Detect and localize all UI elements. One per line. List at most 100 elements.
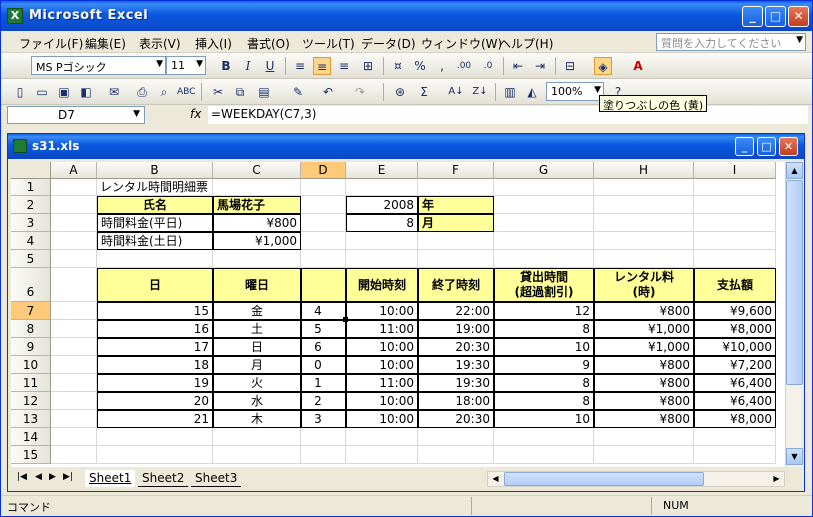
scroll-left-icon[interactable]: ◀ <box>488 472 503 486</box>
rental-hours-cell[interactable]: 8 <box>494 392 594 410</box>
row-header[interactable]: 10 <box>11 356 51 374</box>
close-button[interactable]: ✕ <box>788 6 809 27</box>
vertical-scrollbar[interactable]: ▲ ▼ <box>785 162 803 467</box>
row-header[interactable]: 8 <box>11 320 51 338</box>
payment-cell[interactable]: ¥6,400 <box>694 374 776 392</box>
header-rental-rate-cell[interactable]: レンタル料 (時) <box>594 268 694 302</box>
row-header[interactable]: 13 <box>11 410 51 428</box>
align-left-icon[interactable]: ≡ <box>291 57 309 75</box>
align-right-icon[interactable]: ≡ <box>335 57 353 75</box>
rental-hours-cell[interactable]: 10 <box>494 338 594 356</box>
grid-cell[interactable] <box>51 356 97 374</box>
percent-icon[interactable]: % <box>411 57 429 75</box>
day-cell[interactable]: 17 <box>97 338 213 356</box>
weekday-cell[interactable]: 月 <box>213 356 301 374</box>
grid-cell[interactable] <box>51 179 97 196</box>
header-rental-hours-cell[interactable]: 貸出時間 (超過割引) <box>494 268 594 302</box>
bold-icon[interactable]: B <box>217 57 235 75</box>
currency-icon[interactable]: ¤ <box>389 57 407 75</box>
weekday-cell[interactable]: 金 <box>213 302 301 320</box>
grid-cell[interactable] <box>51 302 97 320</box>
grid-cell[interactable] <box>51 410 97 428</box>
scroll-up-icon[interactable]: ▲ <box>786 162 803 179</box>
sort-ascending-icon[interactable]: A↓ <box>447 83 465 101</box>
rental-rate-cell[interactable]: ¥1,000 <box>594 338 694 356</box>
formula-input[interactable]: =WEEKDAY(C7,3) <box>208 106 808 124</box>
month-value-cell[interactable]: 8 <box>346 214 418 232</box>
workbook-minimize-button[interactable]: _ <box>735 137 754 156</box>
maximize-button[interactable]: □ <box>765 6 786 27</box>
save-icon[interactable]: ▣ <box>55 83 73 101</box>
row-header[interactable]: 14 <box>11 428 51 446</box>
grid-cell[interactable] <box>418 232 494 250</box>
align-center-icon[interactable]: ≡ <box>313 57 331 75</box>
weekday-cell[interactable]: 水 <box>213 392 301 410</box>
header-weekday-number-cell[interactable] <box>301 268 346 302</box>
sort-descending-icon[interactable]: Z↓ <box>471 83 489 101</box>
grid-cell[interactable] <box>694 232 776 250</box>
weekday-cell[interactable]: 土 <box>213 320 301 338</box>
end-time-cell[interactable]: 18:00 <box>418 392 494 410</box>
grid-cell[interactable] <box>694 250 776 268</box>
rental-rate-cell[interactable]: ¥800 <box>594 374 694 392</box>
grid-cell[interactable] <box>494 428 594 446</box>
start-time-cell[interactable]: 10:00 <box>346 410 418 428</box>
year-label-cell[interactable]: 年 <box>418 196 494 214</box>
start-time-cell[interactable]: 11:00 <box>346 320 418 338</box>
next-sheet-icon[interactable]: ▶ <box>49 472 56 482</box>
menu-data[interactable]: データ(D) <box>361 35 416 52</box>
undo-icon[interactable]: ↶ <box>319 83 337 101</box>
italic-icon[interactable]: I <box>239 57 257 75</box>
open-icon[interactable]: ▭ <box>33 83 51 101</box>
weekday-cell[interactable]: 日 <box>213 338 301 356</box>
name-label-cell[interactable]: 氏名 <box>97 196 213 214</box>
grid-cell[interactable] <box>213 446 301 464</box>
rental-hours-cell[interactable]: 8 <box>494 320 594 338</box>
grid-cell[interactable] <box>97 428 213 446</box>
row-header[interactable]: 5 <box>11 250 51 268</box>
year-value-cell[interactable]: 2008 <box>346 196 418 214</box>
name-box[interactable]: D7 ▼ <box>7 106 145 124</box>
rental-hours-cell[interactable]: 8 <box>494 374 594 392</box>
column-header[interactable]: C <box>213 162 301 179</box>
grid-cell[interactable] <box>494 214 594 232</box>
workbook-restore-button[interactable]: □ <box>757 137 776 156</box>
start-time-cell[interactable]: 10:00 <box>346 338 418 356</box>
format-painter-icon[interactable]: ✎ <box>289 83 307 101</box>
zoom-select[interactable]: 100% ▼ <box>546 82 604 101</box>
weekday-number-cell[interactable]: 6 <box>301 338 346 356</box>
weekday-number-cell[interactable]: 4 <box>301 302 346 320</box>
weekday-rate-value-cell[interactable]: ¥800 <box>213 214 301 232</box>
row-header[interactable]: 6 <box>11 268 51 302</box>
menu-view[interactable]: 表示(V) <box>139 35 181 52</box>
grid-cell[interactable] <box>494 232 594 250</box>
menu-tools[interactable]: ツール(T) <box>302 35 355 52</box>
grid-cell[interactable] <box>594 428 694 446</box>
prev-sheet-icon[interactable]: ◀ <box>35 472 42 482</box>
minimize-button[interactable]: _ <box>742 6 763 27</box>
grid-cell[interactable] <box>213 250 301 268</box>
sheet-title-cell[interactable]: レンタル時間明細票 <box>97 179 301 196</box>
grid-cell[interactable] <box>418 250 494 268</box>
drawing-icon[interactable]: ◭ <box>523 83 541 101</box>
start-time-cell[interactable]: 10:00 <box>346 302 418 320</box>
grid-cell[interactable] <box>51 374 97 392</box>
grid-cell[interactable] <box>51 250 97 268</box>
grid-cell[interactable] <box>51 214 97 232</box>
grid-cell[interactable] <box>97 446 213 464</box>
payment-cell[interactable]: ¥6,400 <box>694 392 776 410</box>
grid-cell[interactable] <box>694 179 776 196</box>
chart-wizard-icon[interactable]: ▥ <box>501 83 519 101</box>
grid-cell[interactable] <box>51 446 97 464</box>
help-question-input[interactable]: 質問を入力してください ▼ <box>656 33 806 51</box>
rental-hours-cell[interactable]: 12 <box>494 302 594 320</box>
weekday-rate-label-cell[interactable]: 時間料金(平日) <box>97 214 213 232</box>
rental-rate-cell[interactable]: ¥800 <box>594 410 694 428</box>
grid-cell[interactable] <box>346 446 418 464</box>
decrease-indent-icon[interactable]: ⇤ <box>509 57 527 75</box>
payment-cell[interactable]: ¥10,000 <box>694 338 776 356</box>
row-header[interactable]: 11 <box>11 374 51 392</box>
start-time-cell[interactable]: 11:00 <box>346 374 418 392</box>
scroll-down-icon[interactable]: ▼ <box>786 448 803 465</box>
font-color-icon[interactable]: A <box>629 57 647 75</box>
